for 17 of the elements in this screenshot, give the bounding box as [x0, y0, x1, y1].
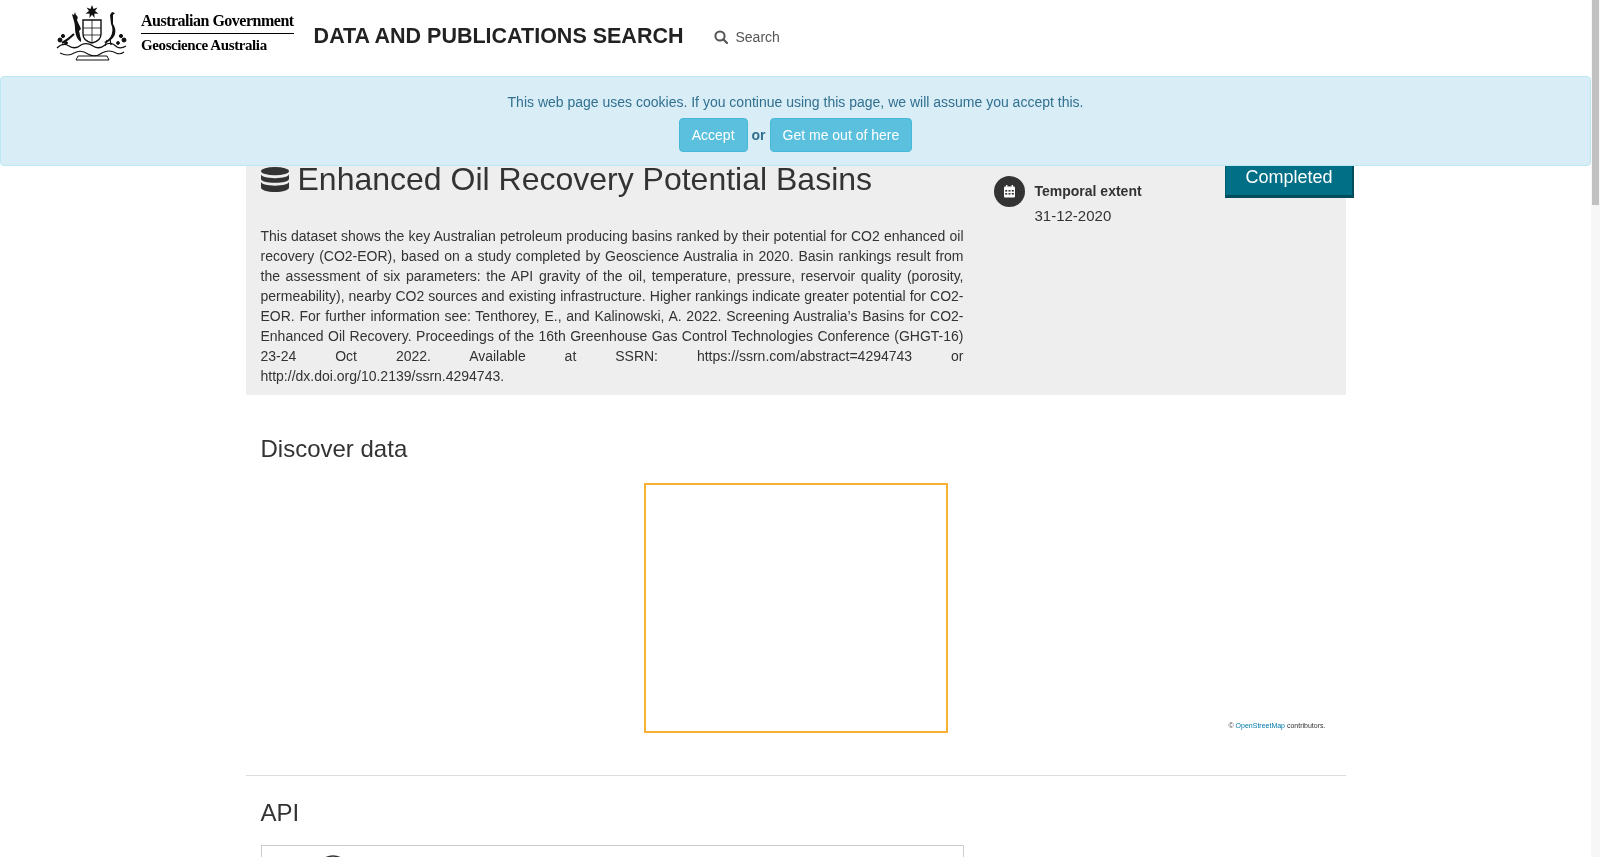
temporal-extent-value: 31-12-2020	[1034, 206, 1113, 226]
or-label: or	[751, 126, 766, 145]
database-icon	[260, 167, 289, 192]
dataset-title: Enhanced Oil Recovery Potential Basins	[297, 162, 873, 197]
scrollbar[interactable]	[1591, 0, 1600, 857]
section-heading: API	[260, 800, 300, 826]
cookie-message: This web page uses cookies. If you continue using this page, we will assume you accept this.	[507, 93, 1084, 112]
dataset-description: This dataset shows the key Australian petroleum producing basins ranked by their potential for CO2 enhanced oil recovery (CO2-EOR), based on a study completed by Geoscience Australia in 2020. Basin rankings result from the assessment of six parameters: the API gravity of the oil, temperature, pressure, reservoir quality (porosity, permeability), nearby CO2 sources and existing infrastructure. Higher rankings indicate greater potential for CO2-EOR. For further information see: Tenthorey, E., and Kalinowski, A. 2022. Screening Australia’s Basins for CO2-Enhanced Oil Recovery. Proceedings of the 16th Greenhouse Gas Control Technologies Conference (GHGT-16) 23-24 Oct 2022. Available at SSRN: https://ssrn.com/abstract=4294743 or http://dx.doi.org/10.2139/ssrn.4294743.	[260, 227, 964, 386]
calendar-icon	[993, 176, 1025, 207]
scrollbar-thumb[interactable]	[1592, 0, 1599, 205]
agency-name: Australian Government	[141, 12, 294, 34]
site-title: DATA AND PUBLICATIONS SEARCH	[313, 23, 684, 49]
search-link[interactable]: Search	[714, 29, 780, 45]
search-icon	[714, 30, 729, 44]
division-name: Geoscience Australia	[141, 36, 267, 54]
section-heading: Discover data	[260, 436, 408, 462]
temporal-extent-label: Temporal extent	[1034, 182, 1142, 201]
